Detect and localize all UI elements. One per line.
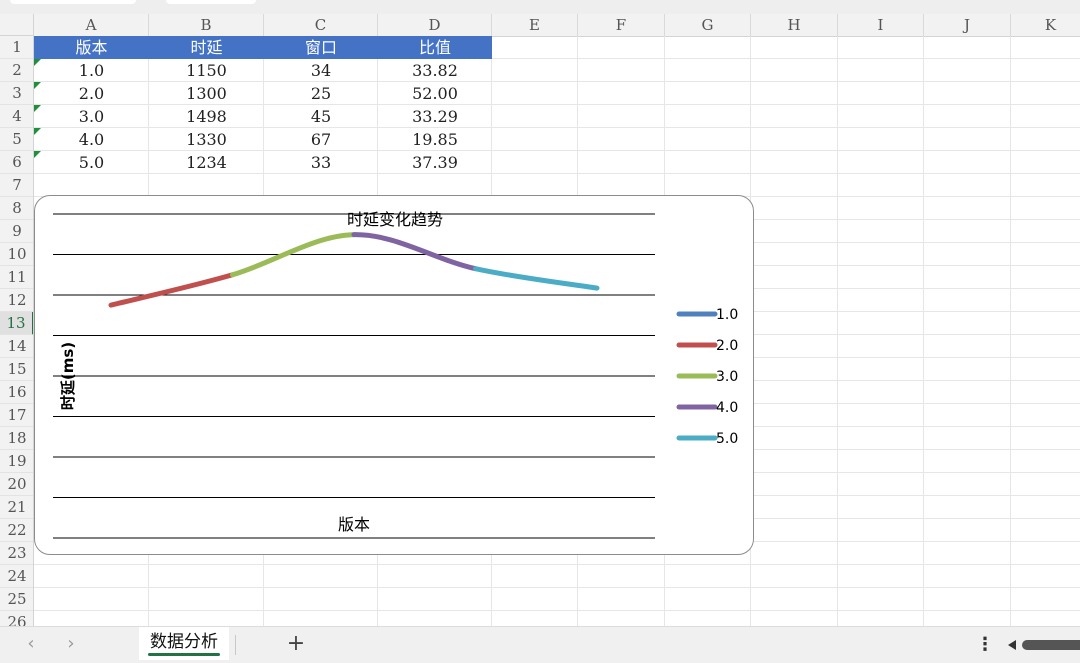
legend-label-1.0: 1.0	[716, 307, 738, 323]
kebab-icon[interactable]: ⋮	[976, 632, 994, 658]
table-cell[interactable]: 1300	[149, 82, 264, 105]
series-line-4.0	[351, 232, 478, 272]
column-header-g[interactable]: G	[665, 14, 751, 36]
row-header-3[interactable]: 3	[0, 82, 33, 105]
top-tab-pill[interactable]	[10, 0, 136, 4]
text-number-indicator-icon	[34, 105, 41, 112]
table-cell[interactable]: 33.29	[378, 105, 492, 128]
window-top-strip	[0, 0, 1080, 14]
row-header-1[interactable]: 1	[0, 36, 33, 59]
column-header-bar: ABCDEFGHIJK	[0, 14, 1080, 37]
table-cell[interactable]: 34	[264, 59, 378, 82]
plus-icon[interactable]: +	[284, 631, 308, 657]
sheet-tab-active[interactable]: 数据分析	[139, 627, 229, 660]
table-header-cell[interactable]: 窗口	[264, 36, 378, 59]
column-header-d[interactable]: D	[378, 14, 492, 36]
table-cell[interactable]: 19.85	[378, 128, 492, 151]
table-cell[interactable]: 25	[264, 82, 378, 105]
row-header-15[interactable]: 15	[0, 358, 33, 381]
chart-y-axis-label: 时延(ms)	[59, 342, 77, 410]
row-header-18[interactable]: 18	[0, 427, 33, 450]
text-number-indicator-icon	[34, 82, 41, 89]
text-number-indicator-icon	[34, 151, 41, 158]
column-header-k[interactable]: K	[1011, 14, 1080, 36]
top-tab-pill[interactable]	[166, 0, 256, 4]
table-cell[interactable]: 52.00	[378, 82, 492, 105]
sheet-tab-bar: ‹ › 数据分析 + ⋮	[0, 626, 1080, 663]
row-header-21[interactable]: 21	[0, 496, 33, 519]
column-header-h[interactable]: H	[751, 14, 838, 36]
sheet-tab-label: 数据分析	[150, 632, 218, 652]
row-header-9[interactable]: 9	[0, 220, 33, 243]
table-header-cell[interactable]: 比值	[378, 36, 492, 59]
chart-x-axis-label: 版本	[338, 515, 370, 534]
row-header-17[interactable]: 17	[0, 404, 33, 427]
table-cell[interactable]: 2.0	[34, 82, 149, 105]
row-header-25[interactable]: 25	[0, 588, 33, 611]
table-cell[interactable]: 5.0	[34, 151, 149, 174]
column-header-a[interactable]: A	[34, 14, 149, 36]
legend-label-3.0: 3.0	[716, 369, 738, 385]
row-header-19[interactable]: 19	[0, 450, 33, 473]
row-header-10[interactable]: 10	[0, 243, 33, 266]
scroll-left-icon[interactable]	[1008, 640, 1016, 650]
legend-label-4.0: 4.0	[716, 400, 738, 416]
table-cell[interactable]: 3.0	[34, 105, 149, 128]
row-header-2[interactable]: 2	[0, 59, 33, 82]
row-header-20[interactable]: 20	[0, 473, 33, 496]
text-number-indicator-icon	[34, 59, 41, 66]
tab-divider	[235, 635, 236, 655]
row-header-8[interactable]: 8	[0, 197, 33, 220]
series-line-5.0	[473, 266, 600, 291]
table-cell[interactable]: 1330	[149, 128, 264, 151]
text-number-indicator-icon	[34, 128, 41, 135]
chevron-left-icon[interactable]: ‹	[20, 633, 42, 655]
chevron-right-icon[interactable]: ›	[60, 633, 82, 655]
row-header-23[interactable]: 23	[0, 542, 33, 565]
row-header-12[interactable]: 12	[0, 289, 33, 312]
table-cell[interactable]: 33	[264, 151, 378, 174]
table-cell[interactable]: 4.0	[34, 128, 149, 151]
column-header-i[interactable]: I	[838, 14, 924, 36]
chart-canvas: 时延变化趋势版本 时延(ms) 1.0 2.0 3.0 4.0 5.0	[53, 210, 738, 539]
row-header-13[interactable]: 13	[0, 312, 33, 335]
legend-label-5.0: 5.0	[716, 431, 738, 447]
row-header-6[interactable]: 6	[0, 151, 33, 174]
column-header-f[interactable]: F	[578, 14, 665, 36]
table-header-cell[interactable]: 版本	[34, 36, 149, 59]
table-cell[interactable]: 1.0	[34, 59, 149, 82]
gridline-v	[1010, 36, 1011, 626]
table-cell[interactable]: 45	[264, 105, 378, 128]
column-header-e[interactable]: E	[492, 14, 578, 36]
table-cell[interactable]: 37.39	[378, 151, 492, 174]
table-cell[interactable]: 1234	[149, 151, 264, 174]
column-header-c[interactable]: C	[264, 14, 378, 36]
row-header-11[interactable]: 11	[0, 266, 33, 289]
chart-title: 时延变化趋势	[347, 210, 443, 229]
line-chart[interactable]: 时延变化趋势版本 时延(ms) 1.0 2.0 3.0 4.0 5.0	[34, 195, 754, 555]
row-header-bar: 1 2 3 4 5 6 7 8 9 10 11 12 13 14 15 16 17 18 19 20 21 22 23 24 2…	[0, 36, 34, 626]
legend-label-2.0: 2.0	[716, 338, 738, 354]
table-header-cell[interactable]: 时延	[149, 36, 264, 59]
table-cell[interactable]: 1150	[149, 59, 264, 82]
gridline-v	[837, 36, 838, 626]
row-header-16[interactable]: 16	[0, 381, 33, 404]
column-header-j[interactable]: J	[924, 14, 1011, 36]
column-header-b[interactable]: B	[149, 14, 264, 36]
row-header-26[interactable]: 26	[0, 611, 33, 626]
table-cell[interactable]: 67	[264, 128, 378, 151]
table-cell[interactable]: 33.82	[378, 59, 492, 82]
row-header-14[interactable]: 14	[0, 335, 33, 358]
row-header-5[interactable]: 5	[0, 128, 33, 151]
series-line-2.0	[108, 272, 235, 308]
row-header-22[interactable]: 22	[0, 519, 33, 542]
table-cell[interactable]: 1498	[149, 105, 264, 128]
row-header-7[interactable]: 7	[0, 174, 33, 197]
active-tab-underline	[148, 653, 220, 656]
select-all-corner[interactable]	[0, 14, 34, 36]
row-header-24[interactable]: 24	[0, 565, 33, 588]
row-header-4[interactable]: 4	[0, 105, 33, 128]
gridline-v	[923, 36, 924, 626]
horizontal-scrollbar-thumb[interactable]	[1022, 640, 1080, 650]
